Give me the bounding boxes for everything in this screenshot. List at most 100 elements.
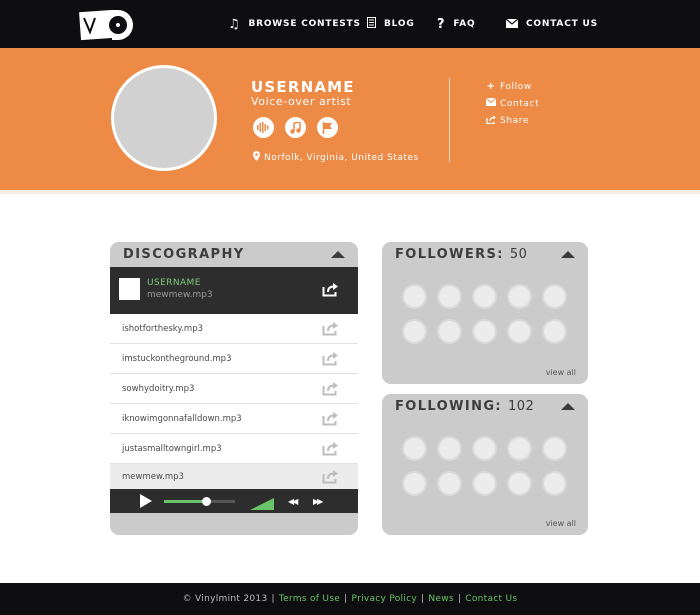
follower-avatar[interactable] xyxy=(507,284,532,309)
envelope-icon xyxy=(505,17,519,32)
nav-contact-label: CONTACT US xyxy=(526,19,598,29)
map-pin-icon xyxy=(253,151,260,164)
follower-avatar[interactable] xyxy=(402,284,427,309)
contact-button[interactable]: Contact xyxy=(485,95,539,112)
share-icon[interactable] xyxy=(322,282,339,301)
progress-handle[interactable] xyxy=(202,497,212,506)
footer-separator: | xyxy=(271,594,275,604)
top-navbar: ♫ BROWSE CONTESTS BLOG ? FAQ CONTACT US xyxy=(0,0,700,48)
following-avatar[interactable] xyxy=(542,471,567,496)
volume-icon[interactable] xyxy=(250,495,274,510)
question-mark-icon: ? xyxy=(437,16,446,32)
music-note-icon: ♫ xyxy=(228,16,241,32)
footer-terms-link[interactable]: Terms of Use xyxy=(279,594,340,604)
followers-view-all-link[interactable]: view all xyxy=(546,368,576,377)
follow-button[interactable]: + Follow xyxy=(485,78,539,95)
followers-panel: FOLLOWERS: 50 view all xyxy=(382,242,588,384)
track-row[interactable]: iknowimgonnafalldown.mp3 xyxy=(110,404,358,434)
share-icon[interactable] xyxy=(322,351,339,370)
footer-separator: | xyxy=(421,594,425,604)
profile-location: Norfolk, Virginia, United States xyxy=(253,151,419,164)
follower-avatar[interactable] xyxy=(472,319,497,344)
share-icon[interactable] xyxy=(322,441,339,460)
follower-avatar[interactable] xyxy=(402,319,427,344)
document-icon xyxy=(367,16,376,32)
music-note-icon[interactable] xyxy=(285,117,306,138)
track-row[interactable]: sowhydoitry.mp3 xyxy=(110,374,358,404)
track-name: ishotforthesky.mp3 xyxy=(122,324,203,334)
footer-news-link[interactable]: News xyxy=(428,594,454,604)
follower-avatar[interactable] xyxy=(542,319,567,344)
plus-icon: + xyxy=(486,81,496,92)
progress-bar[interactable] xyxy=(164,497,235,506)
footer-contact-link[interactable]: Contact Us xyxy=(465,594,517,604)
followers-label: FOLLOWERS: xyxy=(395,247,504,262)
share-icon xyxy=(485,115,497,127)
audio-player: ◀◀ ▶▶ xyxy=(110,489,358,513)
following-avatar[interactable] xyxy=(472,471,497,496)
follower-avatar[interactable] xyxy=(472,284,497,309)
share-icon[interactable] xyxy=(322,321,339,340)
following-title: FOLLOWING: 102 xyxy=(395,394,534,420)
track-name: iknowimgonnafalldown.mp3 xyxy=(122,414,242,424)
following-avatar[interactable] xyxy=(437,471,462,496)
profile-divider xyxy=(449,78,450,162)
track-row[interactable]: imstuckontheground.mp3 xyxy=(110,344,358,374)
flag-icon[interactable] xyxy=(317,117,338,138)
track-row[interactable]: ishotforthesky.mp3 xyxy=(110,314,358,344)
following-count: 102 xyxy=(507,399,535,414)
rewind-icon[interactable]: ◀◀ xyxy=(288,497,298,506)
footer-separator: | xyxy=(457,594,462,604)
profile-actions: + Follow Contact Share xyxy=(485,78,539,129)
nav-faq[interactable]: ? FAQ xyxy=(437,0,475,48)
footer-privacy-link[interactable]: Privacy Policy xyxy=(352,594,418,604)
profile-username: USERNAME xyxy=(251,78,355,96)
share-label: Share xyxy=(500,115,529,126)
progress-fill xyxy=(164,500,207,503)
profile-role: Voice-over artist xyxy=(251,95,352,108)
following-avatar[interactable] xyxy=(507,436,532,461)
profile-band-edge xyxy=(0,190,700,194)
footer: © Vinylmint 2013 | Terms of Use | Privac… xyxy=(0,583,700,615)
follower-avatar[interactable] xyxy=(542,284,567,309)
following-avatar[interactable] xyxy=(402,436,427,461)
waveform-icon[interactable] xyxy=(253,117,274,138)
following-avatar[interactable] xyxy=(402,471,427,496)
follower-avatar[interactable] xyxy=(437,319,462,344)
follower-avatar[interactable] xyxy=(437,284,462,309)
followers-title: FOLLOWERS: 50 xyxy=(395,242,527,268)
fast-forward-icon[interactable]: ▶▶ xyxy=(313,497,323,506)
profile-header: USERNAME Voice-over artist Norfolk, Virg… xyxy=(0,48,700,190)
following-avatar[interactable] xyxy=(542,436,567,461)
now-playing-user[interactable]: USERNAME xyxy=(147,278,201,288)
following-label: FOLLOWING: xyxy=(395,399,503,414)
share-icon[interactable] xyxy=(322,381,339,400)
track-thumbnail xyxy=(119,278,140,300)
following-avatar[interactable] xyxy=(437,436,462,461)
following-avatar[interactable] xyxy=(507,471,532,496)
collapse-arrow-icon[interactable] xyxy=(331,251,345,258)
following-panel: FOLLOWING: 102 view all xyxy=(382,394,588,535)
share-icon[interactable] xyxy=(322,469,339,488)
nav-faq-label: FAQ xyxy=(453,19,476,29)
collapse-arrow-icon[interactable] xyxy=(561,251,575,258)
track-row-selected[interactable]: mewmew.mp3 xyxy=(110,464,358,489)
track-name: justasmalltowngirl.mp3 xyxy=(122,444,222,454)
nav-contact-us[interactable]: CONTACT US xyxy=(505,0,598,48)
followers-count: 50 xyxy=(509,247,528,262)
share-button[interactable]: Share xyxy=(485,112,539,129)
vinylmint-logo[interactable] xyxy=(78,8,138,42)
track-row[interactable]: justasmalltowngirl.mp3 xyxy=(110,434,358,464)
share-icon[interactable] xyxy=(322,411,339,430)
following-avatar[interactable] xyxy=(472,436,497,461)
now-playing-bar: USERNAME mewmew.mp3 xyxy=(110,267,358,314)
nav-browse-contests[interactable]: ♫ BROWSE CONTESTS xyxy=(228,0,361,48)
followers-grid xyxy=(402,284,567,344)
following-view-all-link[interactable]: view all xyxy=(546,519,576,528)
track-name: mewmew.mp3 xyxy=(122,472,184,482)
nav-blog[interactable]: BLOG xyxy=(367,0,415,48)
collapse-arrow-icon[interactable] xyxy=(561,403,575,410)
contact-label: Contact xyxy=(500,98,540,109)
play-icon[interactable] xyxy=(140,494,152,508)
follower-avatar[interactable] xyxy=(507,319,532,344)
